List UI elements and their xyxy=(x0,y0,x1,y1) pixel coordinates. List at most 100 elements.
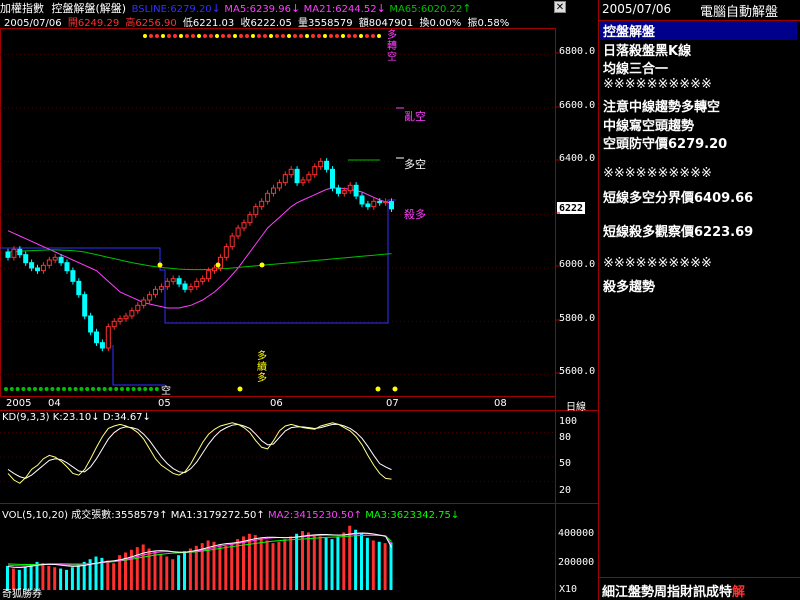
candle-body xyxy=(312,166,318,176)
candle-body xyxy=(288,168,294,176)
volume-bar xyxy=(147,548,151,590)
candle-body xyxy=(147,294,153,301)
panel-footer-highlight: 解 xyxy=(732,585,746,600)
volume-bar xyxy=(171,559,175,590)
volume-bar xyxy=(194,545,198,590)
quote-low: 低6221.03 xyxy=(182,18,235,29)
candle-body xyxy=(17,248,23,256)
signal-dot xyxy=(179,34,183,38)
panel-footer: 細江盤勢周指財訊成特解 xyxy=(602,581,745,600)
candle-body xyxy=(359,195,365,205)
volume-bar xyxy=(365,537,369,590)
candle-body xyxy=(164,280,170,288)
volume-bar xyxy=(324,537,328,590)
signal-dot xyxy=(299,34,303,38)
candle-body xyxy=(52,256,58,261)
quote-date: 2005/07/06 xyxy=(4,18,62,29)
price-tick: 5600.0 xyxy=(559,366,596,377)
panel-separator: ※※※※※※※※※※ xyxy=(603,256,712,271)
volume-bar xyxy=(76,564,80,590)
annotation-bull-to-bear: 多轉空 xyxy=(387,30,397,63)
panel-line: 中線寫空頭趨勢 xyxy=(603,119,695,134)
signal-dot xyxy=(44,387,49,391)
volume-bar xyxy=(247,533,251,590)
signal-dot xyxy=(15,387,20,391)
panel-line: 日落殺盤黑K線 xyxy=(603,44,692,59)
panel-line: 空頭防守價6279.20 xyxy=(603,137,728,152)
kd-k-line xyxy=(7,422,392,484)
signal-dot xyxy=(203,34,207,38)
kd-label[interactable]: KD(9,3,3) xyxy=(2,412,50,423)
panel-header: 電腦自動解盤 xyxy=(700,5,779,20)
candle-body xyxy=(341,190,347,194)
vol-ma3-label: MA3:3623342.75 xyxy=(365,510,451,521)
signal-dot xyxy=(239,34,243,38)
arrow-icon: ↓ xyxy=(450,510,460,521)
signal-dot xyxy=(185,34,189,38)
candle-body xyxy=(105,326,111,349)
price-grid xyxy=(0,54,555,376)
volume-bar xyxy=(112,563,116,590)
kd-lines xyxy=(0,422,555,484)
candle-body xyxy=(365,203,371,208)
signal-dot xyxy=(191,34,195,38)
signal-dot xyxy=(62,387,66,391)
quote-amount: 額8047901 xyxy=(358,18,414,29)
candle-body xyxy=(383,201,389,204)
candle-body xyxy=(282,174,288,184)
volume-bar xyxy=(336,536,340,590)
signal-dot xyxy=(359,34,363,38)
signal-dot xyxy=(67,387,72,391)
volume-ma-lines xyxy=(7,532,392,569)
vol-label[interactable]: VOL(5,10,20) xyxy=(2,510,68,521)
candle-body xyxy=(23,254,29,264)
candle-body xyxy=(306,174,312,181)
kd-d-line xyxy=(7,423,392,479)
signal-dot xyxy=(347,34,351,38)
volume-bar xyxy=(153,551,157,590)
candle-body xyxy=(294,168,300,184)
kd-panel-title: KD(9,3,3) K:23.10↓ D:34.67↓ xyxy=(2,412,151,423)
candle-body xyxy=(371,200,377,208)
panel-line: 短線殺多觀察價6223.69 xyxy=(603,225,754,240)
signal-dot xyxy=(173,34,177,38)
signal-dot xyxy=(215,34,219,38)
annotation-chaos-empty: 亂空 xyxy=(404,110,426,123)
volume-bar xyxy=(389,542,393,590)
signal-dot xyxy=(157,262,163,268)
volume-bar xyxy=(183,551,186,590)
candle-body xyxy=(253,206,259,216)
signal-dot xyxy=(377,34,381,38)
candle-body xyxy=(46,259,52,266)
signal-dot xyxy=(251,34,255,38)
signal-dot xyxy=(365,34,369,38)
volume-bar xyxy=(47,565,51,590)
candle-body xyxy=(259,200,265,208)
candle-body xyxy=(276,182,282,189)
volume-bar xyxy=(129,549,133,590)
signal-dot xyxy=(371,34,375,38)
vol-ma1-label: MA1:3179272.50 xyxy=(170,510,257,521)
close-button[interactable]: ✕ xyxy=(554,1,566,13)
volume-multiplier: X10 xyxy=(559,584,578,595)
kd-tick: 100 xyxy=(559,416,578,427)
brand-footer: 奇狐勝券 xyxy=(2,589,42,600)
candle-body xyxy=(229,235,235,248)
volume-bar xyxy=(342,532,346,590)
signal-dot xyxy=(233,34,237,38)
candle-body xyxy=(88,315,94,333)
panel-separator: ※※※※※※※※※※ xyxy=(603,77,712,92)
time-label: 08 xyxy=(494,398,507,409)
volume-bar xyxy=(348,525,352,590)
volume-tick: 200000 xyxy=(558,557,595,568)
volume-bar xyxy=(94,556,98,590)
time-label: 06 xyxy=(270,398,283,409)
signal-dot xyxy=(353,34,357,38)
volume-bar xyxy=(224,545,228,590)
signal-dot xyxy=(143,34,147,38)
signal-dot xyxy=(237,386,243,392)
panel-line: 短線多空分界價6409.66 xyxy=(603,191,754,206)
period-button[interactable]: 日線 xyxy=(566,398,586,413)
price-tick: 6400.0 xyxy=(559,153,596,164)
volume-bar xyxy=(377,541,381,590)
